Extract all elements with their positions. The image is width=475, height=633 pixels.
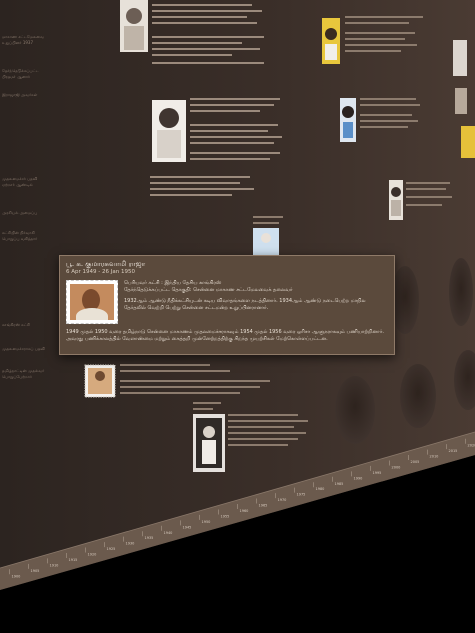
ruler-year-label: 1980 <box>316 487 325 491</box>
ruler-year-label: 1995 <box>373 471 382 475</box>
ruler-year-label: 2005 <box>411 460 420 464</box>
popup-dates: 6 Apr 1949 - 26 Jan 1950 <box>66 269 135 275</box>
ruler-year-label: 1985 <box>335 482 344 486</box>
ruler-year-label: 2010 <box>430 455 439 459</box>
popup-body-1: 1932ஆம் ஆண்டு நீதிக்கட்சியுடன் கடிய விவா… <box>124 298 366 311</box>
ruler-year-label: 2000 <box>392 465 401 469</box>
popup-title: பூ. க. குமாரசுவாமி ராஜா <box>66 260 146 268</box>
popup-line: பெரியவர் கட்சி : இந்திய தேசிய காங்கிரஸ் <box>124 280 222 286</box>
ruler-year-label: 1975 <box>297 493 306 497</box>
ruler-year-label: 1920 <box>88 553 97 557</box>
ruler-year-label: 1935 <box>145 536 154 540</box>
svg-text:காங்கிரஸ் கட்சி: காங்கிரஸ் கட்சி <box>2 322 30 327</box>
ruler-year-label: 1990 <box>354 476 363 480</box>
event-card[interactable] <box>253 216 283 256</box>
svg-text:ஏற்றார் ஆண்டில்: ஏற்றார் ஆண்டில் <box>2 182 33 187</box>
svg-text:கட்சியின் நிர்வாகி: கட்சியின் நிர்வாகி <box>2 230 35 235</box>
popup-body-2: 1949 முதல் 1950 வரை தமிழ்நாடு சென்னை மாக… <box>66 329 384 342</box>
ruler-year-label: 1925 <box>107 547 116 551</box>
ruler-year-label: 1955 <box>221 514 230 518</box>
ruler-year-label: 1930 <box>126 542 135 546</box>
ruler-year-label: 1965 <box>259 504 268 508</box>
ruler-year-label: 2020 <box>468 444 475 448</box>
ruler-year-label: 1915 <box>69 558 78 562</box>
ruler-year-label: 1940 <box>164 531 173 535</box>
svg-text:தேர்ந்தெடுக்கப்பட்ட: தேர்ந்தெடுக்கப்பட்ட <box>2 68 40 73</box>
ruler-year-label: 1900 <box>12 574 21 578</box>
ruler-year-label: 1960 <box>240 509 249 513</box>
svg-text:மாகாண சட்டமேலவை: மாகாண சட்டமேலவை <box>2 34 44 39</box>
stamp-image <box>66 280 118 324</box>
ruler-year-label: 1910 <box>50 563 59 567</box>
ruler-year-label: 1945 <box>183 525 192 529</box>
event-detail-popup[interactable]: பூ. க. குமாரசுவாமி ராஜா 6 Apr 1949 - 26 … <box>59 255 395 355</box>
popup-line: தேர்ந்தெடுக்கப்பட்ட தொகுதி: சென்னை மாகாண… <box>124 287 293 293</box>
ruler-year-label: 1905 <box>31 569 40 573</box>
ruler-year-label: 2015 <box>449 449 458 453</box>
svg-text:அரசியல் அமைப்பு: அரசியல் அமைப்பு <box>2 210 37 215</box>
ruler-year-label: 1970 <box>278 498 287 502</box>
svg-text:பிரதமர் ஆனார்: பிரதமர் ஆனார் <box>2 74 31 79</box>
ruler-year-label: 1950 <box>202 520 211 524</box>
